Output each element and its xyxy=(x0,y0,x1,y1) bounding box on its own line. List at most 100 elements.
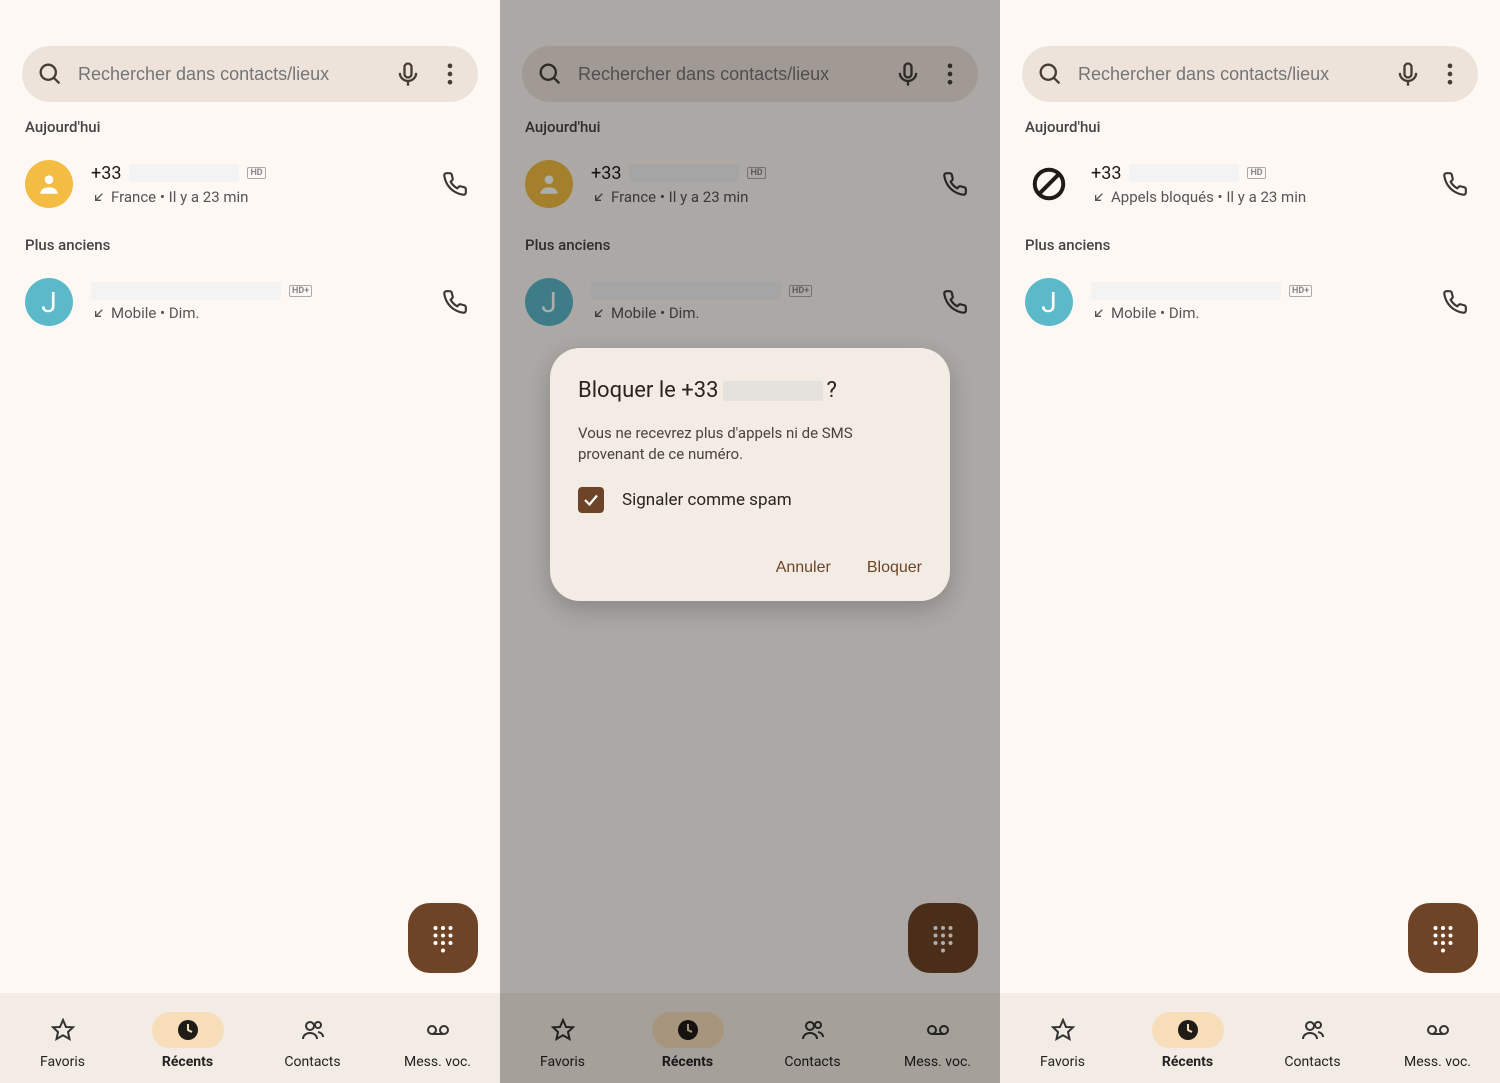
voicemail-icon xyxy=(926,1018,950,1042)
redacted-name xyxy=(91,282,281,300)
call-row[interactable]: J HD+ Mobile • Dim. xyxy=(0,268,500,336)
hd-badge: HD+ xyxy=(789,285,812,297)
avatar-letter[interactable]: J xyxy=(25,278,73,326)
avatar-letter[interactable]: J xyxy=(525,278,573,326)
section-older: Plus anciens xyxy=(500,218,1000,268)
clock-icon xyxy=(176,1018,200,1042)
incoming-icon xyxy=(591,305,607,321)
nav-recents[interactable]: Récents xyxy=(133,1012,243,1070)
nav-label: Favoris xyxy=(540,1054,585,1070)
call-row[interactable]: +33 HD France • Il y a 23 min xyxy=(500,150,1000,218)
contacts-icon xyxy=(1301,1018,1325,1042)
checkbox-checked-icon[interactable] xyxy=(578,487,604,513)
spam-checkbox-row[interactable]: Signaler comme spam xyxy=(578,487,922,513)
call-number-prefix: +33 xyxy=(591,163,621,184)
call-info: HD+ Mobile • Dim. xyxy=(1091,282,1417,322)
block-dialog: Bloquer le +33 ? Vous ne recevrez plus d… xyxy=(550,348,950,601)
avatar-unknown[interactable] xyxy=(525,160,573,208)
more-icon[interactable] xyxy=(436,60,464,88)
section-today: Aujourd'hui xyxy=(1000,118,1500,150)
nav-contacts[interactable]: Contacts xyxy=(258,1012,368,1070)
dialpad-fab[interactable] xyxy=(908,903,978,973)
search-input[interactable] xyxy=(1078,64,1380,85)
section-older: Plus anciens xyxy=(0,218,500,268)
call-button[interactable] xyxy=(435,282,475,322)
redacted-name xyxy=(1091,282,1281,300)
star-icon xyxy=(1051,1018,1075,1042)
nav-favorites[interactable]: Favoris xyxy=(1008,1012,1118,1070)
nav-voicemail[interactable]: Mess. voc. xyxy=(383,1012,493,1070)
incoming-icon xyxy=(591,189,607,205)
call-subtitle: Mobile • Dim. xyxy=(1111,304,1199,322)
search-icon xyxy=(536,60,564,88)
mic-icon[interactable] xyxy=(894,60,922,88)
nav-recents[interactable]: Récents xyxy=(1133,1012,1243,1070)
incoming-icon xyxy=(91,305,107,321)
checkbox-label: Signaler comme spam xyxy=(622,490,792,510)
cancel-button[interactable]: Annuler xyxy=(776,559,831,577)
call-button[interactable] xyxy=(935,282,975,322)
call-info: +33 HD France • Il y a 23 min xyxy=(591,163,917,206)
call-row[interactable]: J HD+ Mobile • Dim. xyxy=(1000,268,1500,336)
topbar xyxy=(500,0,1000,118)
nav-label: Mess. voc. xyxy=(1404,1054,1471,1070)
nav-label: Mess. voc. xyxy=(904,1054,971,1070)
search-bar[interactable] xyxy=(1022,46,1478,102)
call-subtitle: France • Il y a 23 min xyxy=(611,188,748,206)
avatar-unknown[interactable] xyxy=(25,160,73,208)
nav-label: Contacts xyxy=(784,1054,840,1070)
nav-contacts[interactable]: Contacts xyxy=(1258,1012,1368,1070)
dialpad-fab[interactable] xyxy=(1408,903,1478,973)
more-icon[interactable] xyxy=(936,60,964,88)
avatar-letter[interactable]: J xyxy=(1025,278,1073,326)
nav-favorites[interactable]: Favoris xyxy=(508,1012,618,1070)
call-button[interactable] xyxy=(1435,164,1475,204)
hd-badge: HD+ xyxy=(1289,285,1312,297)
nav-favorites[interactable]: Favoris xyxy=(8,1012,118,1070)
dialog-body: Vous ne recevrez plus d'appels ni de SMS… xyxy=(578,423,922,465)
call-info: HD+ Mobile • Dim. xyxy=(591,282,917,322)
more-icon[interactable] xyxy=(1436,60,1464,88)
call-subtitle: Mobile • Dim. xyxy=(111,304,199,322)
nav-label: Récents xyxy=(662,1054,713,1070)
block-button[interactable]: Bloquer xyxy=(867,559,922,577)
nav-voicemail[interactable]: Mess. voc. xyxy=(1383,1012,1493,1070)
incoming-icon xyxy=(91,189,107,205)
call-row[interactable]: +33 HD France • Il y a 23 min xyxy=(0,150,500,218)
star-icon xyxy=(51,1018,75,1042)
nav-recents[interactable]: Récents xyxy=(633,1012,743,1070)
contacts-icon xyxy=(301,1018,325,1042)
blocked-icon[interactable] xyxy=(1025,160,1073,208)
clock-icon xyxy=(1176,1018,1200,1042)
search-input[interactable] xyxy=(78,64,380,85)
call-button[interactable] xyxy=(935,164,975,204)
dialpad-fab[interactable] xyxy=(408,903,478,973)
search-bar[interactable] xyxy=(22,46,478,102)
voicemail-icon xyxy=(426,1018,450,1042)
clock-icon xyxy=(676,1018,700,1042)
nav-label: Mess. voc. xyxy=(404,1054,471,1070)
voicemail-icon xyxy=(1426,1018,1450,1042)
contacts-icon xyxy=(801,1018,825,1042)
call-number-prefix: +33 xyxy=(1091,163,1121,184)
call-row[interactable]: +33 HD Appels bloqués • Il y a 23 min xyxy=(1000,150,1500,218)
search-bar[interactable] xyxy=(522,46,978,102)
search-input[interactable] xyxy=(578,64,880,85)
dialog-title: Bloquer le +33 ? xyxy=(578,378,922,403)
incoming-icon xyxy=(1091,305,1107,321)
section-older: Plus anciens xyxy=(1000,218,1500,268)
call-info: +33 HD Appels bloqués • Il y a 23 min xyxy=(1091,163,1417,206)
hd-badge: HD+ xyxy=(289,285,312,297)
redacted-number xyxy=(1129,164,1239,182)
redacted-number xyxy=(723,381,823,401)
call-button[interactable] xyxy=(1435,282,1475,322)
nav-voicemail[interactable]: Mess. voc. xyxy=(883,1012,993,1070)
mic-icon[interactable] xyxy=(394,60,422,88)
screen-block-dialog: Aujourd'hui +33 HD France • Il y a 23 mi… xyxy=(500,0,1000,1083)
nav-label: Favoris xyxy=(40,1054,85,1070)
nav-contacts[interactable]: Contacts xyxy=(758,1012,868,1070)
call-button[interactable] xyxy=(435,164,475,204)
nav-label: Récents xyxy=(1162,1054,1213,1070)
call-row[interactable]: J HD+ Mobile • Dim. xyxy=(500,268,1000,336)
mic-icon[interactable] xyxy=(1394,60,1422,88)
